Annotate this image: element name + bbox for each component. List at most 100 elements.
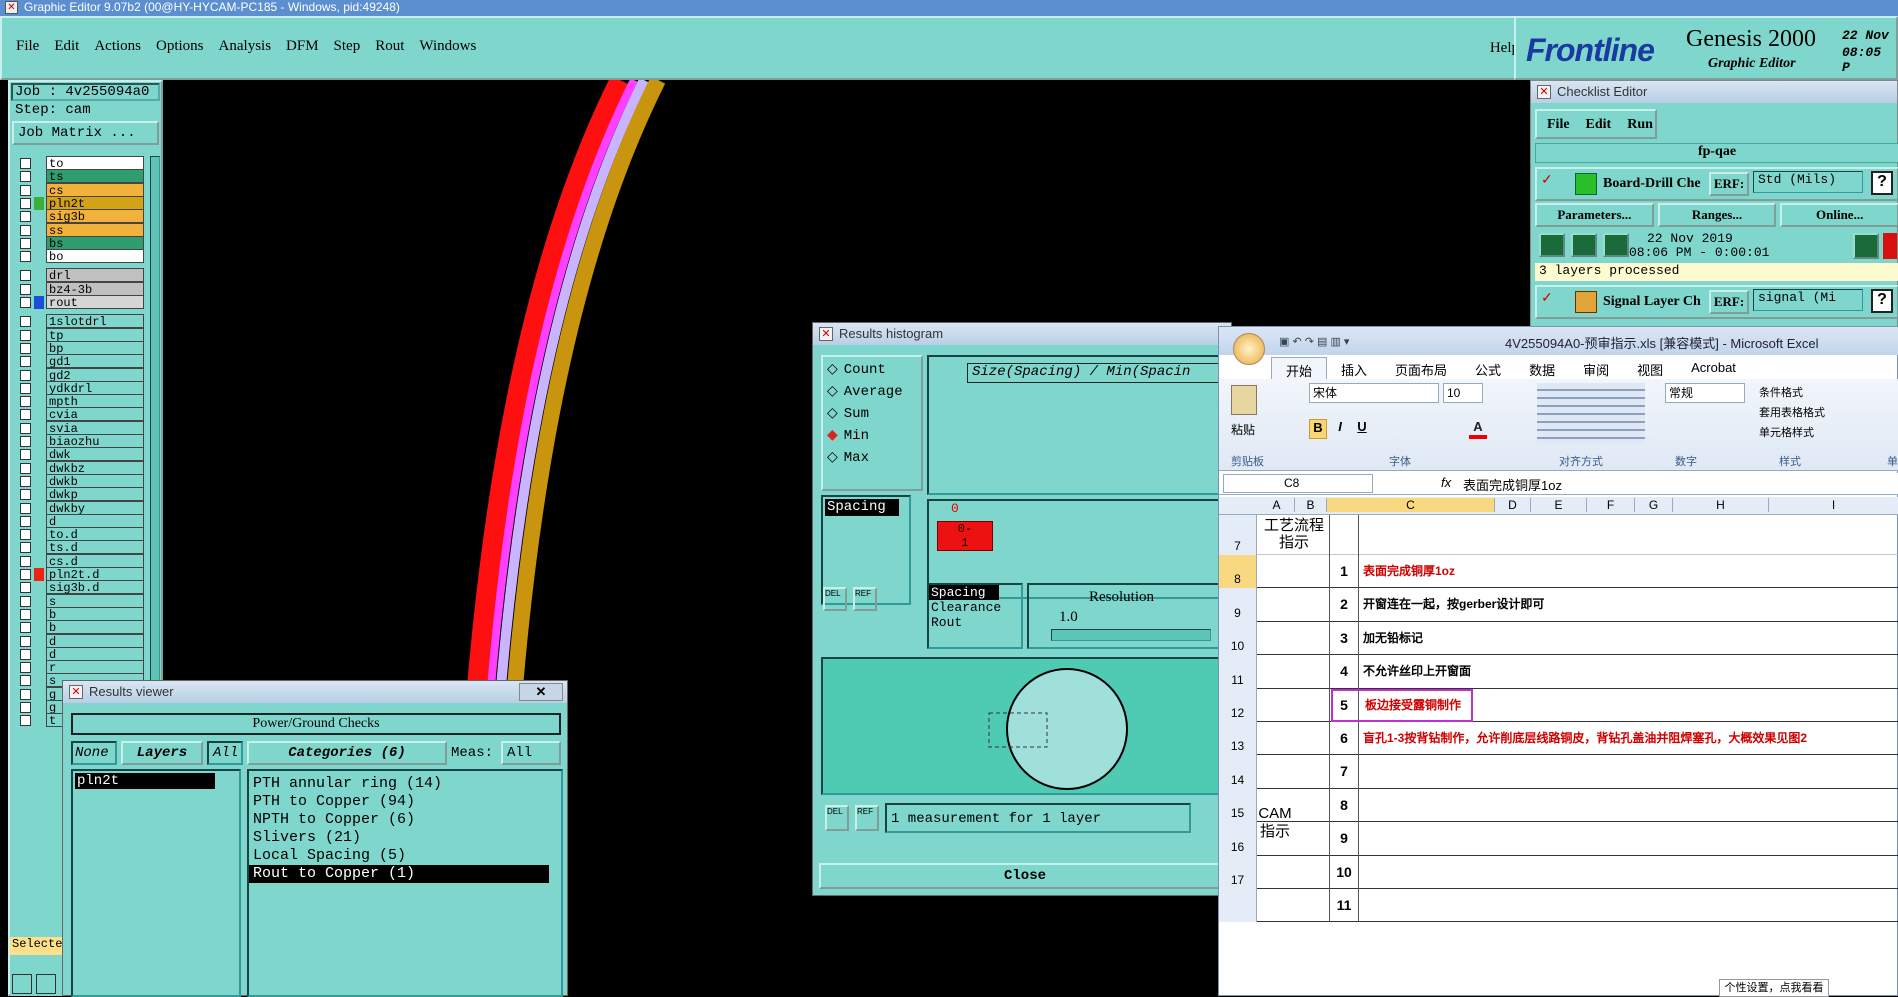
layer-name[interactable]: 1slotdrl (46, 314, 144, 329)
layer-name[interactable]: cvia (46, 407, 144, 422)
sheet-row[interactable]: 17 10 (1219, 855, 1898, 889)
layer-checkbox[interactable] (20, 688, 31, 700)
office-button[interactable] (1233, 333, 1265, 365)
close-icon[interactable]: ✕ (519, 683, 563, 701)
cell-b[interactable]: 2 (1329, 588, 1359, 622)
sheet-row[interactable]: 10 3 加无铅标记 (1219, 621, 1898, 656)
layer-name[interactable]: drl (46, 268, 144, 283)
cell-a[interactable]: 工艺流程指示 (1259, 517, 1329, 551)
layer-checkbox[interactable] (20, 184, 31, 196)
layer-name[interactable]: mpth (46, 394, 144, 409)
layer-name[interactable]: ydkdrl (46, 380, 144, 396)
style-button[interactable]: 套用表格格式 (1759, 403, 1879, 423)
layer-name[interactable]: bz4-3b (46, 281, 144, 297)
list-selected[interactable]: Spacing (825, 499, 899, 516)
layer-name[interactable]: d (46, 633, 144, 649)
layer-checkbox[interactable] (20, 542, 31, 554)
layer-checkbox[interactable] (20, 582, 31, 594)
layer-checkbox[interactable] (20, 171, 31, 183)
layer-checkbox[interactable] (20, 316, 31, 328)
none-button[interactable]: None (71, 741, 117, 765)
layer-name[interactable]: dwkp (46, 487, 144, 502)
size-select[interactable]: 10 (1443, 383, 1483, 403)
row-number[interactable]: 15 (1219, 788, 1257, 823)
layers-button[interactable]: Layers (121, 741, 203, 765)
layer-name[interactable]: dwkbz (46, 460, 144, 476)
layer-checkbox[interactable] (20, 422, 31, 434)
layer-checkbox[interactable] (20, 608, 31, 620)
sheet-row[interactable]: 8 1 表面完成铜厚1oz (1219, 555, 1898, 589)
tool-icon[interactable] (36, 974, 56, 994)
check-item-2[interactable]: ✓ Signal Layer Ch ERF: signal (Mi ? (1535, 285, 1898, 319)
layer-checkbox[interactable] (20, 569, 31, 580)
row-number[interactable]: 16 (1219, 822, 1257, 856)
layer-checkbox[interactable] (20, 555, 31, 567)
radio-diamond-icon[interactable]: ◇ (827, 362, 838, 378)
erf-button[interactable]: ERF: (1709, 172, 1749, 196)
layer-name[interactable]: gd1 (46, 354, 144, 369)
layer-checkbox[interactable] (20, 409, 31, 421)
layer-name[interactable]: sig3b.d (46, 580, 144, 595)
column-header[interactable]: A (1259, 498, 1295, 512)
del-button[interactable]: DEL (825, 805, 849, 831)
checklist-button-2[interactable]: Online... (1780, 203, 1898, 227)
viewer-layer-list[interactable]: pln2t (71, 769, 241, 997)
sheet-row[interactable]: 9 2 开窗连在一起，按gerber设计即可 (1219, 588, 1898, 622)
bin-bar[interactable]: 0- 1 (937, 521, 993, 551)
category-item[interactable]: Slivers (21) (249, 829, 561, 847)
all-button[interactable]: All (207, 741, 243, 765)
layer-checkbox[interactable] (20, 515, 31, 527)
checklist-menu-run[interactable]: Run (1627, 117, 1653, 132)
ribbon-tab[interactable]: 开始 (1271, 357, 1328, 379)
merged-cam-cell[interactable]: CAM指示 (1257, 805, 1293, 841)
type-item[interactable]: Rout (929, 615, 999, 630)
zoom-icon[interactable] (1853, 233, 1879, 259)
cell-b[interactable]: 4 (1329, 655, 1359, 689)
help-icon[interactable]: ? (1871, 171, 1893, 195)
column-header[interactable]: E (1531, 498, 1587, 512)
stat-option-average[interactable]: ◇ Average (827, 383, 903, 400)
cell-b[interactable]: 3 (1329, 621, 1359, 656)
layer-name[interactable]: bp (46, 340, 144, 356)
layer-name[interactable]: ts (46, 169, 144, 184)
row-number[interactable]: 12 (1219, 688, 1257, 722)
layer-name[interactable]: biaozhu (46, 434, 144, 449)
layer-selected[interactable]: pln2t (75, 773, 215, 789)
row-number[interactable]: 13 (1219, 722, 1257, 756)
layer-checkbox[interactable] (20, 436, 31, 447)
layer-name[interactable]: bo (46, 249, 144, 264)
radio-diamond-icon[interactable]: ◇ (827, 406, 838, 422)
layer-name[interactable]: b (46, 606, 144, 622)
ref-button[interactable]: REF (853, 587, 877, 611)
stat-option-count[interactable]: ◇ Count (827, 361, 886, 378)
paste-icon[interactable] (1231, 385, 1257, 415)
layer-checkbox[interactable] (20, 635, 31, 647)
row-number[interactable]: 14 (1219, 755, 1257, 789)
stat-option-max[interactable]: ◇ Max (827, 449, 869, 466)
check-item-1[interactable]: ✓ Board-Drill Che ERF: Std (Mils) ? (1535, 167, 1898, 201)
stat-option-min[interactable]: ◆ Min (827, 427, 869, 444)
menu-edit[interactable]: Edit (54, 38, 79, 55)
type-item[interactable]: Clearance (929, 600, 1001, 615)
cell-b[interactable]: 11 (1329, 889, 1359, 923)
type-list[interactable]: Spacing Clearance Rout (927, 583, 1023, 649)
menu-windows[interactable]: Windows (419, 38, 476, 55)
layer-checkbox[interactable] (20, 529, 31, 541)
layer-name[interactable]: ss (46, 222, 144, 238)
layer-name[interactable]: svia (46, 420, 144, 436)
menu-options[interactable]: Options (156, 38, 204, 55)
row-number[interactable]: 7 (1219, 515, 1257, 555)
style-button[interactable]: 单元格样式 (1759, 423, 1879, 443)
radio-diamond-icon[interactable]: ◇ (827, 450, 838, 466)
category-item[interactable]: PTH annular ring (14) (249, 775, 561, 793)
ribbon-tab[interactable]: 页面布局 (1381, 357, 1461, 379)
layer-name[interactable]: pln2t (46, 195, 144, 211)
menu-file[interactable]: File (16, 38, 39, 55)
cell-b[interactable] (1329, 515, 1359, 555)
cell-b[interactable]: 6 (1329, 722, 1359, 756)
layer-checkbox[interactable] (20, 449, 31, 461)
layer-checkbox[interactable] (20, 283, 31, 295)
layer-checkbox[interactable] (20, 595, 31, 607)
layer-row[interactable]: rout (14, 295, 144, 310)
cell-b[interactable]: 8 (1329, 788, 1359, 823)
